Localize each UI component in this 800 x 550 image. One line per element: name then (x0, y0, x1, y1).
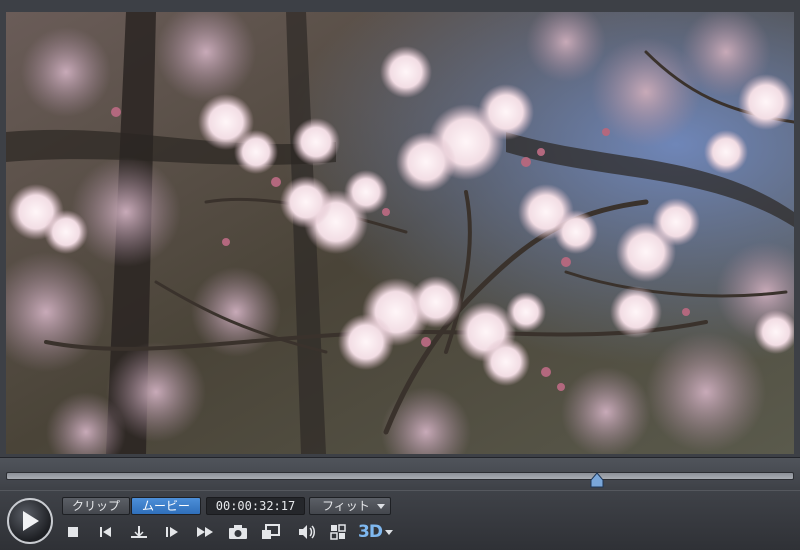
stereo-3d-button[interactable]: 3D (358, 521, 393, 543)
video-player-window: クリップ ムービー 00:00:32:17 フィット 3D (0, 0, 800, 550)
camera-icon (229, 525, 247, 539)
fast-forward-icon (197, 527, 213, 537)
playhead-icon (590, 472, 604, 488)
seek-bar[interactable] (0, 458, 800, 490)
cherry-blossom-frame (6, 12, 794, 454)
display-switch-button[interactable] (260, 521, 282, 543)
seek-track[interactable] (6, 472, 794, 480)
tab-movie[interactable]: ムービー (131, 497, 201, 515)
video-preview[interactable] (6, 12, 794, 454)
tab-clip[interactable]: クリップ (62, 497, 130, 515)
previous-frame-button[interactable] (95, 521, 117, 543)
display-switch-icon (262, 524, 280, 539)
timecode-display: 00:00:32:17 (206, 497, 305, 515)
next-frame-button[interactable] (161, 521, 183, 543)
stereo-3d-label: 3D (358, 522, 383, 542)
control-bar: クリップ ムービー 00:00:32:17 フィット 3D (0, 490, 800, 550)
playhead-handle[interactable] (590, 472, 604, 488)
next-frame-icon (166, 527, 178, 537)
volume-icon (299, 525, 315, 539)
snapshot-button[interactable] (227, 521, 249, 543)
previous-frame-icon (100, 527, 111, 537)
zoom-select[interactable]: フィット (309, 497, 391, 515)
mark-button[interactable] (128, 521, 150, 543)
stop-button[interactable] (62, 521, 84, 543)
chevron-down-icon (377, 504, 385, 509)
mark-in-icon (131, 526, 147, 538)
play-button[interactable] (7, 498, 53, 544)
chevron-down-icon (384, 529, 393, 535)
zoom-select-value: フィット (322, 499, 370, 513)
video-viewport (0, 0, 800, 458)
settings-grid-icon (330, 524, 346, 540)
fast-forward-button[interactable] (194, 521, 216, 543)
volume-button[interactable] (296, 521, 318, 543)
stop-icon (68, 527, 78, 537)
settings-button[interactable] (327, 521, 349, 543)
play-icon (23, 511, 39, 531)
